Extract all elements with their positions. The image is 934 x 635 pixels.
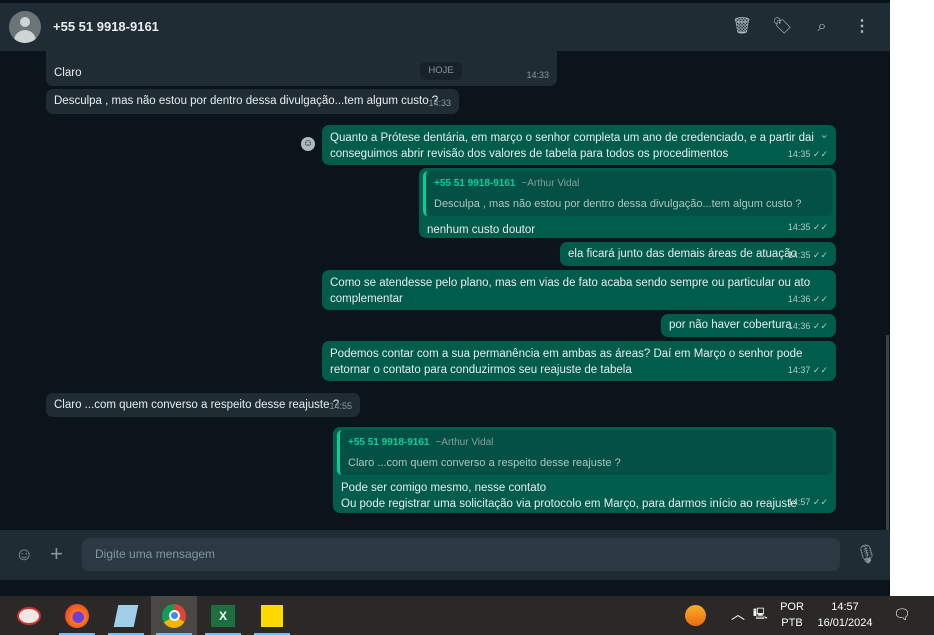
clock-date: 16/01/2024 [817, 617, 873, 629]
date-badge: HOJE [420, 62, 462, 80]
language-code: POR [780, 601, 804, 613]
excel-icon[interactable]: X [200, 596, 246, 635]
message-time: 14:35 ✓✓ [787, 250, 828, 260]
message-incoming[interactable]: Claro ...com quem converso a respeito de… [46, 393, 360, 417]
message-text: Podemos contar com a sua permanência em … [330, 348, 803, 376]
chevron-up-icon[interactable]: ︿ [731, 606, 745, 622]
message-time: 14:35 ✓✓ [787, 149, 828, 159]
contact-avatar[interactable] [9, 11, 41, 43]
message-time: 14:55 [329, 401, 352, 411]
message-text: ela ficará junto das demais áreas de atu… [568, 248, 797, 260]
windows-taskbar: X ︿ 🖳 POR PTB 14:57 16/01/2024 🗨 [0, 596, 934, 635]
quote-sender: +55 51 9918-9161 [348, 437, 430, 448]
message-text: Quanto a Prótese dentária, em março o se… [330, 132, 814, 160]
message-outgoing[interactable]: ela ficará junto das demais áreas de atu… [560, 242, 836, 266]
delete-icon[interactable]: 🗑 [732, 17, 752, 37]
quote-text: Desculpa , mas não estou por dentro dess… [434, 198, 802, 210]
message-text: por não haver cobertura [669, 319, 792, 331]
quoted-message[interactable]: +55 51 9918-9161 ~Arthur Vidal Desculpa ,… [423, 171, 832, 216]
message-time: 14:36 ✓✓ [787, 294, 828, 304]
compose-bar: ☺ + Digite uma mensagem 🎙 [0, 530, 890, 580]
message-input[interactable]: Digite uma mensagem [82, 538, 840, 571]
emoji-react-icon[interactable]: ☺ [301, 137, 315, 151]
message-text: nenhum custo doutor [427, 224, 536, 236]
quote-sender: +55 51 9918-9161 [434, 178, 516, 189]
message-time: 14:36 ✓✓ [787, 321, 828, 331]
message-outgoing[interactable]: Como se atendesse pelo plano, mas em via… [322, 270, 836, 310]
message-list: Claro 14:33 HOJE Desculpa , mas não esto… [0, 51, 890, 530]
menu-icon[interactable]: ⋮ [852, 17, 872, 37]
label-icon[interactable]: 🏷 [772, 17, 792, 37]
message-text-line2: Ou pode registrar uma solicitação via pr… [341, 498, 797, 510]
emoji-icon[interactable]: ☺ [15, 544, 33, 564]
message-time: 14:57 ✓✓ [787, 497, 828, 507]
message-incoming[interactable]: Claro 14:33 [46, 51, 557, 86]
message-outgoing[interactable]: Podemos contar com a sua permanência em … [322, 341, 836, 381]
message-time: 14:33 [526, 70, 549, 80]
notification-icon[interactable]: 🗨 [893, 606, 911, 622]
chevron-down-icon[interactable]: ⌄ [819, 127, 829, 143]
message-outgoing[interactable]: Quanto a Prótese dentária, em março o se… [322, 125, 836, 165]
message-text: Claro [54, 67, 82, 79]
snipping-tool-icon[interactable] [6, 596, 52, 635]
firefox-icon[interactable] [54, 596, 100, 635]
quote-text: Claro ...com quem converso a respeito de… [348, 457, 621, 469]
message-outgoing-reply[interactable]: +55 51 9918-9161 ~Arthur Vidal Desculpa ,… [419, 168, 836, 238]
notepad-icon[interactable] [103, 596, 149, 635]
scrollbar[interactable] [886, 335, 889, 530]
clock[interactable]: 14:57 16/01/2024 [812, 599, 878, 631]
clock-time: 14:57 [831, 601, 859, 613]
keyboard-layout: PTB [781, 617, 803, 629]
attach-plus-icon[interactable]: + [50, 543, 63, 565]
search-icon[interactable]: ⌕ [812, 17, 832, 37]
language-indicator[interactable]: POR PTB [778, 599, 806, 631]
message-outgoing-reply[interactable]: +55 51 9918-9161 ~Arthur Vidal Claro ...c… [333, 427, 836, 513]
network-icon[interactable]: 🖳 [753, 606, 768, 622]
message-incoming[interactable]: Desculpa , mas não estou por dentro dess… [46, 89, 459, 114]
message-text: Pode ser comigo mesmo, nesse contato [341, 482, 547, 494]
message-time: 14:37 ✓✓ [787, 365, 828, 375]
message-time: 14:35 ✓✓ [787, 222, 828, 232]
message-text: Desculpa , mas não estou por dentro dess… [54, 95, 439, 107]
chrome-icon[interactable] [151, 596, 197, 635]
microphone-icon[interactable]: 🎙 [855, 544, 878, 564]
message-text: Como se atendesse pelo plano, mas em via… [330, 277, 811, 305]
quote-author: ~Arthur Vidal [521, 178, 580, 189]
quote-author: ~Arthur Vidal [435, 437, 494, 448]
whatsapp-window: +55 51 9918-9161 🗑 🏷 ⌕ ⋮ Claro 14:33 HOJ… [0, 0, 890, 596]
chat-header: +55 51 9918-9161 🗑 🏷 ⌕ ⋮ [0, 3, 890, 51]
message-time: 14:33 [428, 98, 451, 108]
contact-name[interactable]: +55 51 9918-9161 [53, 19, 159, 34]
message-outgoing[interactable]: por não haver cobertura 14:36 ✓✓ [661, 314, 836, 337]
sticky-notes-icon[interactable] [249, 596, 295, 635]
status-orange-icon[interactable] [685, 605, 706, 626]
message-text: Claro ...com quem converso a respeito de… [54, 399, 340, 411]
quoted-message[interactable]: +55 51 9918-9161 ~Arthur Vidal Claro ...c… [337, 430, 832, 475]
